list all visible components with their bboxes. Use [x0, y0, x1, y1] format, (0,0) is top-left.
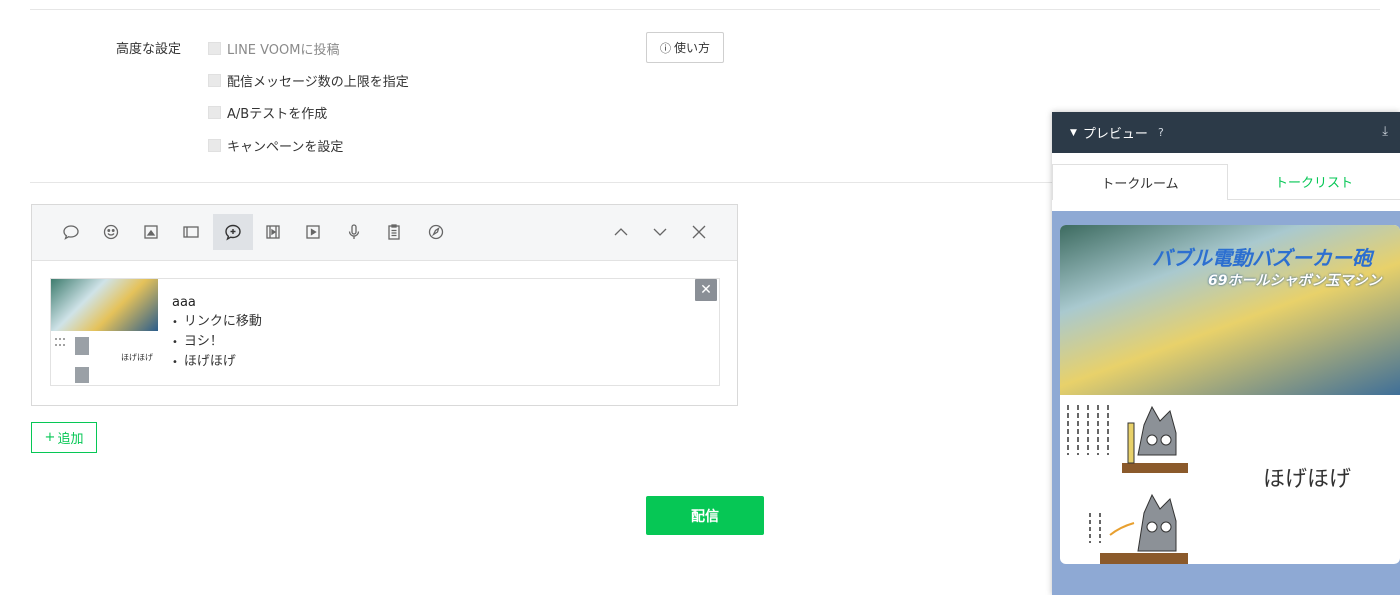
preview-image-subtitle: 69ホールシャボン玉マシン: [1208, 273, 1382, 289]
editor-toolbar: [32, 205, 737, 261]
text-icon[interactable]: [51, 214, 91, 250]
preview-title: プレビュー: [1082, 127, 1148, 142]
preview-tabs: トークルーム トークリスト: [1052, 153, 1400, 211]
advanced-settings-label: 高度な設定: [116, 42, 182, 57]
card-text: aaa リンクに移動 ヨシ！ ほげほげ: [172, 293, 262, 372]
preview-caption: ほげほげ: [1263, 467, 1352, 492]
checkbox[interactable]: [208, 42, 221, 55]
card-action-list: リンクに移動 ヨシ！ ほげほげ: [172, 312, 262, 372]
option-campaign[interactable]: キャンペーンを設定: [208, 136, 343, 155]
plus-icon: +: [44, 430, 56, 445]
message-editor: ほげほげ aaa リンクに移動 ヨシ！ ほげほげ ✕: [31, 204, 738, 406]
option-label: LINE VOOMに投稿: [227, 43, 340, 58]
preview-header[interactable]: ▼ プレビュー ? ⤓: [1052, 112, 1400, 153]
option-label: キャンペーンを設定: [227, 140, 344, 155]
close-icon[interactable]: [679, 214, 719, 250]
tab-talklist[interactable]: トークリスト: [1228, 164, 1400, 200]
research-icon[interactable]: [374, 214, 414, 250]
option-message-limit[interactable]: 配信メッセージ数の上限を指定: [208, 71, 409, 90]
card-title: aaa: [172, 295, 196, 310]
cardtype-message-card[interactable]: ほげほげ aaa リンクに移動 ヨシ！ ほげほげ ✕: [50, 278, 720, 386]
option-ab-test[interactable]: A/Bテストを作成: [208, 103, 327, 122]
image-icon[interactable]: [131, 214, 171, 250]
cardtype-icon[interactable]: [213, 214, 253, 250]
add-label: 追加: [57, 432, 84, 447]
card-action-item: ほげほげ: [172, 352, 262, 372]
add-button[interactable]: + 追加: [31, 422, 97, 453]
howto-button[interactable]: ⓘ 使い方: [646, 32, 724, 63]
delete-card-button[interactable]: ✕: [695, 279, 717, 301]
video-icon[interactable]: [253, 214, 293, 250]
voice-icon[interactable]: [334, 214, 374, 250]
tab-talkroom[interactable]: トークルーム: [1052, 164, 1228, 200]
close-icon: ✕: [700, 282, 712, 298]
send-button[interactable]: 配信: [646, 496, 764, 535]
option-label: A/Bテストを作成: [227, 107, 328, 122]
coupon-icon[interactable]: [171, 214, 211, 250]
card-action-item: リンクに移動: [172, 312, 262, 332]
checkbox[interactable]: [208, 106, 221, 119]
thumbnail-image: [51, 279, 158, 331]
divider-middle: [30, 182, 1052, 183]
option-label: 配信メッセージ数の上限を指定: [227, 75, 409, 90]
sticker-icon[interactable]: [91, 214, 131, 250]
card-thumbnail: ほげほげ: [51, 279, 158, 385]
caret-down-icon: ▼: [1070, 127, 1077, 138]
preview-panel: ▼ プレビュー ? ⤓ トークルーム トークリスト バブル電動バズーカー砲 69…: [1052, 112, 1400, 595]
preview-image: バブル電動バズーカー砲 69ホールシャボン玉マシン: [1060, 225, 1400, 395]
preview-message-bubble: バブル電動バズーカー砲 69ホールシャボン玉マシン ほげほげ: [1060, 225, 1400, 564]
checkbox[interactable]: [208, 139, 221, 152]
move-down-icon[interactable]: [640, 214, 680, 250]
help-icon[interactable]: ?: [1158, 126, 1164, 139]
info-icon: ⓘ: [659, 41, 671, 55]
preview-stickers: [1060, 395, 1190, 564]
checkbox[interactable]: [208, 74, 221, 87]
howto-label: 使い方: [673, 41, 710, 55]
thumbnail-caption: ほげほげ: [121, 353, 153, 362]
preview-image-title: バブル電動バズーカー砲: [1152, 246, 1372, 270]
option-line-voom[interactable]: LINE VOOMに投稿: [208, 39, 340, 58]
richvideo-icon[interactable]: [293, 214, 333, 250]
richmessage-icon[interactable]: [416, 214, 456, 250]
divider-top: [30, 9, 1380, 10]
download-icon[interactable]: ⤓: [1382, 124, 1388, 139]
thumbnail-sticker: [55, 337, 89, 383]
card-action-item: ヨシ！: [172, 332, 262, 352]
move-up-icon[interactable]: [601, 214, 641, 250]
